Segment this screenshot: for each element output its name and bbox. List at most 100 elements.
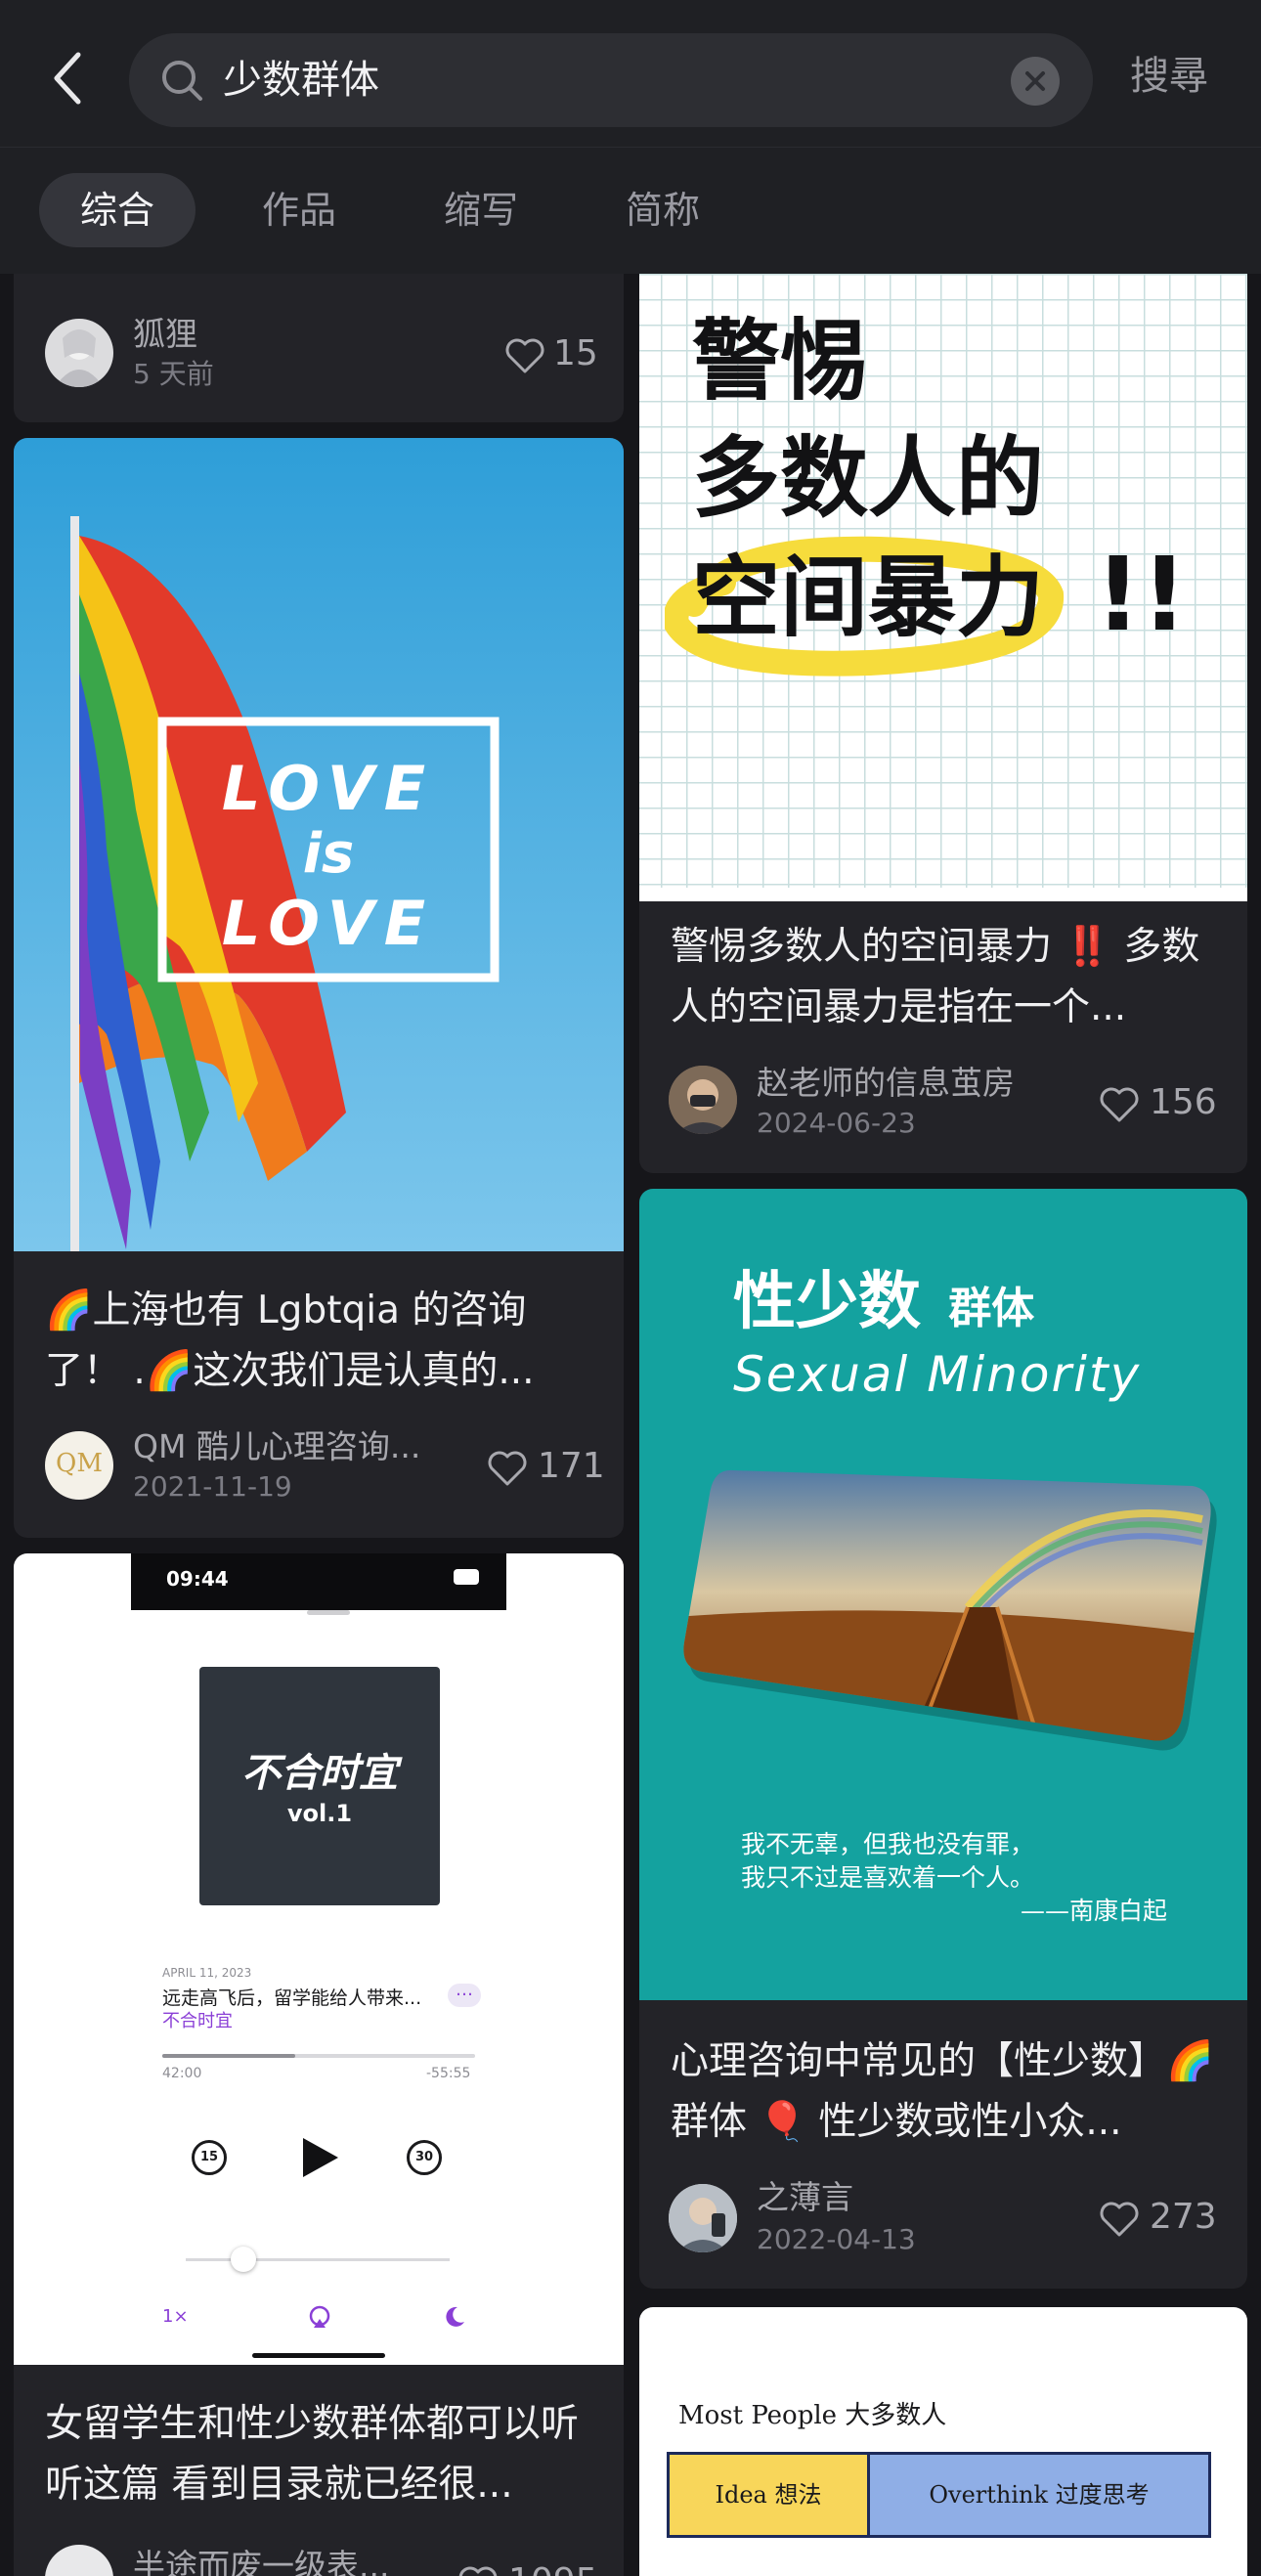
post-date: 2022-04-13: [757, 2223, 916, 2255]
post-title: 🌈上海也有 Lgbtqia 的咨询了！ .🌈这次我们是认真的...: [45, 1288, 535, 1393]
time-remaining: -55:55: [426, 2066, 471, 2081]
tab-abbreviation[interactable]: 缩写: [444, 173, 518, 247]
back-button[interactable]: [39, 39, 98, 117]
cover-quote-line-2: 我只不过是喜欢着一个人。: [741, 1863, 1035, 1892]
more-options-button[interactable]: …: [448, 1982, 481, 2007]
cover-exclamation: !!: [1095, 535, 1188, 654]
search-icon: [162, 61, 202, 101]
podcast-name: 不合时宜: [162, 2011, 233, 2031]
cover-subtitle: Sexual Minority: [733, 1346, 1142, 1403]
avatar-image: [669, 2184, 737, 2252]
cover-text-love-1: LOVE: [222, 753, 435, 824]
post-title: 警惕多数人的空间暴力 ‼️ 多数人的空间暴力是指在一个...: [671, 925, 1200, 1029]
heart-icon[interactable]: [457, 2564, 499, 2576]
cover-title-main: 性少数: [733, 1266, 921, 1338]
album-title: 不合时宜: [241, 1751, 398, 1796]
cover-heading-3: 空间暴力: [692, 546, 1044, 649]
close-icon: [1025, 71, 1045, 91]
volume-slider[interactable]: [186, 2247, 450, 2272]
phone-status-bar: 09:44: [131, 1553, 506, 1610]
top-bar: 少数群体 搜尋: [0, 0, 1261, 147]
home-indicator: [252, 2353, 385, 2358]
post-title: 心理咨询中常见的【性少数】🌈群体 🎈 性少数或性小众...: [671, 2039, 1214, 2144]
cover-heading-2: 多数人的: [692, 427, 1044, 530]
heart-icon[interactable]: [487, 1449, 528, 1488]
cover-image: 性少数 群体 Sexual Minority 我不无辜，但我也没有罪， 我只不过…: [639, 1189, 1247, 2000]
cover-heading-1: 警惕: [692, 310, 868, 413]
post-card[interactable]: 性少数 群体 Sexual Minority 我不无辜，但我也没有罪， 我只不过…: [639, 1189, 1247, 2289]
post-date: 5 天前: [133, 358, 214, 390]
cover-quote-line-1: 我不无辜，但我也没有罪，: [741, 1830, 1035, 1858]
like-count: 15: [553, 333, 598, 373]
avatar-image: [55, 329, 104, 387]
author-name: 赵老师的信息茧房: [757, 1064, 1015, 1102]
post-date: 2024-06-23: [757, 1107, 916, 1139]
cover-photo: [683, 1469, 1217, 1751]
album-art: 不合时宜 vol.1: [199, 1667, 440, 1905]
playback-progress-fill: [162, 2054, 295, 2058]
post-card[interactable]: Most People 大多数人 Idea 想法 Overthink 过度思考: [639, 2307, 1247, 2576]
search-query: 少数群体: [223, 58, 379, 103]
author-name: QM 酷儿心理咨询...: [133, 1427, 421, 1465]
diagram-cell-overthink: Overthink 过度思考: [867, 2452, 1211, 2538]
time-elapsed: 42:00: [162, 2066, 202, 2081]
cover-title-small: 群体: [948, 1284, 1035, 1333]
heart-icon[interactable]: [1099, 2200, 1140, 2239]
avatar-image: [669, 1066, 737, 1134]
playback-progress[interactable]: [162, 2054, 475, 2058]
avatar-logo-text: QM: [56, 1449, 103, 1478]
post-date: 2021-11-19: [133, 1470, 292, 1503]
volume-knob[interactable]: [231, 2247, 256, 2272]
cover-quote-signature: ——南康白起: [1021, 1897, 1168, 1925]
like-count: 156: [1150, 1082, 1217, 1122]
search-button[interactable]: 搜尋: [1130, 49, 1208, 104]
filter-tabs: 综合 作品 缩写 简称: [0, 147, 1261, 274]
episode-title: 远走高飞后，留学能给人带来...: [162, 1987, 422, 2009]
play-icon[interactable]: [297, 2134, 342, 2181]
album-volume: vol.1: [286, 1800, 353, 1827]
author-name: 半途而废一级表...: [133, 2547, 390, 2576]
skip-forward-label: 30: [414, 2150, 434, 2164]
avatar: [45, 319, 113, 387]
cover-image: 09:44 不合时宜 vol.1 APRIL 11, 2023 远走高飞后，留学…: [14, 1553, 624, 2365]
sleep-timer-icon[interactable]: [442, 2304, 467, 2330]
skip-back-button[interactable]: 15: [192, 2140, 227, 2175]
tab-short-name[interactable]: 简称: [626, 173, 700, 247]
airplay-icon[interactable]: [307, 2304, 332, 2330]
avatar: QM: [45, 1431, 113, 1500]
cover-image: LOVE is LOVE: [14, 438, 624, 1251]
cover-text-is: is: [303, 822, 355, 886]
episode-date: APRIL 11, 2023: [162, 1966, 252, 1980]
post-card[interactable]: LOVE is LOVE 🌈上海也有 Lgbtqia 的咨询了！ .🌈这次我们是…: [14, 438, 624, 1538]
playback-speed[interactable]: 1×: [162, 2306, 189, 2327]
heart-icon[interactable]: [504, 336, 545, 375]
cover-title: 性少数 群体: [733, 1263, 1034, 1348]
tab-comprehensive[interactable]: 综合: [39, 173, 196, 247]
cover-bottom-strip: [639, 888, 1247, 901]
search-input[interactable]: 少数群体: [129, 33, 1093, 127]
post-card[interactable]: 09:44 不合时宜 vol.1 APRIL 11, 2023 远走高飞后，留学…: [14, 1553, 624, 2576]
cover-text-love-2: LOVE: [222, 888, 435, 959]
skip-back-label: 15: [199, 2150, 219, 2164]
avatar: [669, 2184, 737, 2252]
avatar: [669, 1066, 737, 1134]
cover-heading: Most People 大多数人: [678, 2401, 947, 2430]
post-card[interactable]: 狐狸 5 天前 15: [14, 274, 624, 422]
tab-works[interactable]: 作品: [262, 173, 336, 247]
author-name: 之薄言: [757, 2178, 853, 2216]
like-count: 171: [538, 1446, 605, 1486]
diagram-cell-idea: Idea 想法: [667, 2452, 870, 2538]
post-card[interactable]: 警惕 多数人的 空间暴力 !! 警惕多数人的空间暴力 ‼️ 多数人的空间暴力是指…: [639, 274, 1247, 1173]
like-count: 1095: [508, 2560, 598, 2576]
post-title: 女留学生和性少数群体都可以听听这篇 看到目录就已经很...: [45, 2402, 580, 2507]
heart-icon[interactable]: [1099, 1085, 1140, 1124]
battery-icon: [454, 1569, 479, 1585]
like-count: 273: [1150, 2197, 1217, 2237]
author-name: 狐狸: [133, 315, 197, 353]
sheet-handle: [307, 1610, 350, 1615]
skip-forward-button[interactable]: 30: [407, 2140, 442, 2175]
clear-search-button[interactable]: [1011, 57, 1060, 106]
chevron-left-icon: [54, 52, 81, 105]
phone-time: 09:44: [166, 1567, 229, 1591]
avatar: [45, 2545, 113, 2576]
